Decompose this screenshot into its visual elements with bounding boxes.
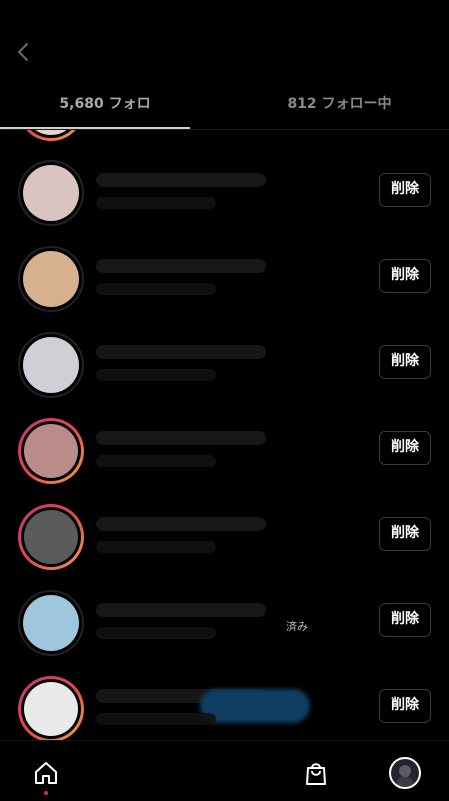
- fullname-blurred: [96, 541, 216, 553]
- avatar[interactable]: [18, 676, 84, 740]
- list-item: 削除: [0, 411, 449, 497]
- list-item: 削除: [0, 239, 449, 325]
- fullname-blurred: [96, 713, 216, 725]
- username-blurred: [96, 431, 266, 445]
- tab-followers[interactable]: 5,680 フォロ: [0, 86, 210, 130]
- remove-button[interactable]: 削除: [379, 431, 431, 465]
- follow-status-text: 済み: [286, 620, 308, 633]
- avatar[interactable]: [18, 332, 84, 398]
- fullname-blurred: [96, 455, 216, 467]
- username-blurred: [96, 603, 266, 617]
- fullname-blurred: [96, 283, 216, 295]
- remove-button[interactable]: 削除: [379, 259, 431, 293]
- bottom-nav: [0, 740, 449, 801]
- back-chevron-icon[interactable]: [10, 38, 38, 66]
- notification-dot: [44, 791, 48, 795]
- shopping-bag-icon[interactable]: [302, 759, 330, 787]
- fullname-blurred: [96, 369, 216, 381]
- avatar[interactable]: [18, 246, 84, 312]
- avatar[interactable]: [18, 160, 84, 226]
- remove-button[interactable]: 削除: [379, 603, 431, 637]
- fullname-blurred: [96, 197, 216, 209]
- list-item: [0, 130, 449, 154]
- avatar[interactable]: [18, 504, 84, 570]
- top-bar: [0, 0, 449, 86]
- list-item: 削除: [0, 669, 449, 740]
- remove-button[interactable]: 削除: [379, 345, 431, 379]
- remove-button[interactable]: 削除: [379, 173, 431, 207]
- follower-list[interactable]: 削除 削除 削除 削除 削除 済み 削除 削除: [0, 130, 449, 740]
- username-blurred: [96, 517, 266, 531]
- list-item: 済み 削除: [0, 583, 449, 669]
- username-blurred: [96, 259, 266, 273]
- blurred-highlight: [200, 689, 310, 723]
- tab-following[interactable]: 812 フォロー中: [230, 86, 449, 130]
- avatar[interactable]: [18, 130, 84, 141]
- home-icon[interactable]: [32, 759, 60, 787]
- follow-tabs: 5,680 フォロ 812 フォロー中: [0, 86, 449, 130]
- remove-button[interactable]: 削除: [379, 689, 431, 723]
- avatar[interactable]: [18, 418, 84, 484]
- list-item: 削除: [0, 497, 449, 583]
- list-item: 削除: [0, 325, 449, 411]
- profile-avatar-icon[interactable]: [389, 757, 421, 789]
- fullname-blurred: [96, 627, 216, 639]
- list-item: 削除: [0, 153, 449, 239]
- username-blurred: [96, 345, 266, 359]
- avatar[interactable]: [18, 590, 84, 656]
- remove-button[interactable]: 削除: [379, 517, 431, 551]
- username-blurred: [96, 173, 266, 187]
